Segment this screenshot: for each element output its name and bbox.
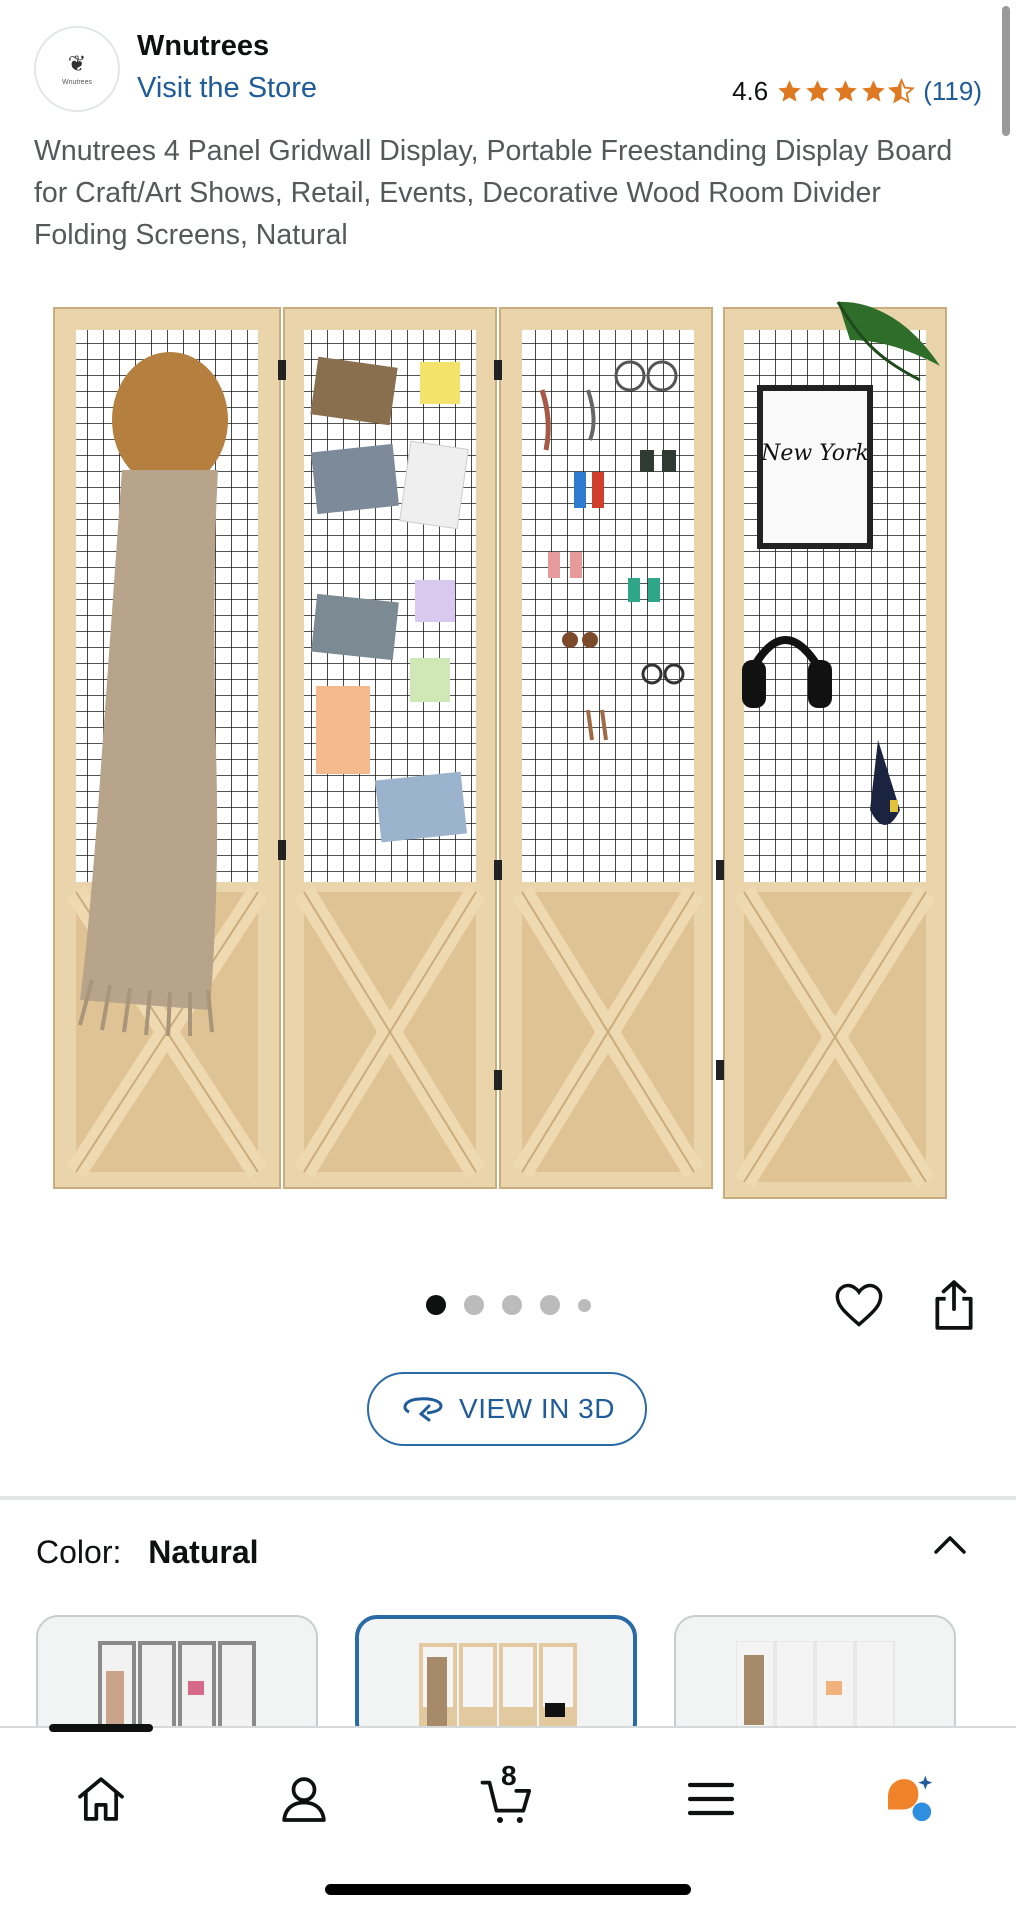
color-label: Color:	[36, 1534, 122, 1570]
nav-account[interactable]	[269, 1764, 339, 1834]
section-divider	[0, 1496, 1016, 1500]
heart-icon[interactable]	[833, 1279, 885, 1331]
rating-value: 4.6	[732, 76, 769, 106]
product-image[interactable]: New York	[40, 280, 976, 1200]
home-indicator[interactable]	[325, 1884, 691, 1895]
nav-rufus[interactable]	[874, 1764, 944, 1834]
nav-active-indicator	[49, 1724, 153, 1732]
star-rating	[776, 78, 916, 105]
carousel-dot[interactable]	[577, 1298, 591, 1312]
home-icon	[78, 1777, 124, 1821]
rating-summary[interactable]: 4.6 (119)	[732, 76, 982, 107]
product-title: Wnutrees 4 Panel Gridwall Display, Porta…	[34, 135, 953, 251]
carousel-dot[interactable]	[501, 1295, 522, 1315]
carousel-dot[interactable]	[539, 1295, 560, 1315]
account-icon	[282, 1777, 326, 1822]
view-in-3d-label: VIEW IN 3D	[459, 1393, 615, 1424]
nav-home[interactable]	[66, 1764, 136, 1834]
tree-logo-icon: ❦	[67, 50, 87, 76]
view-in-3d-button[interactable]: VIEW IN 3D	[367, 1372, 647, 1446]
carousel-dot[interactable]	[463, 1295, 484, 1315]
nav-cart[interactable]: 8	[472, 1760, 542, 1834]
chevron-up-icon[interactable]	[930, 1532, 970, 1558]
print-text: New York	[760, 441, 869, 466]
panel-1	[53, 307, 281, 1189]
star-full-icon	[806, 80, 829, 102]
menu-icon	[687, 1782, 735, 1816]
star-full-icon	[778, 80, 801, 102]
share-icon[interactable]	[929, 1277, 979, 1333]
product-page: ❦ Wnutrees Wnutrees Visit the Store 4.6 …	[0, 0, 1016, 1920]
star-full-icon	[862, 80, 885, 102]
panel-4: New York	[723, 301, 947, 1199]
panel-3	[499, 307, 713, 1189]
brand-logo[interactable]: ❦ Wnutrees	[34, 26, 120, 112]
star-half-icon	[888, 78, 916, 104]
brand-logo-text: Wnutrees	[62, 78, 92, 86]
nav-menu[interactable]	[676, 1764, 746, 1834]
rotate-3d-icon	[403, 1397, 443, 1422]
scrollbar[interactable]	[1002, 6, 1010, 136]
brand-header: ❦ Wnutrees Wnutrees Visit the Store 4.6 …	[0, 0, 1016, 140]
carousel-dot[interactable]	[425, 1295, 446, 1315]
panel-2	[283, 307, 497, 1189]
color-value: Natural	[148, 1534, 259, 1570]
rating-count[interactable]: (119)	[923, 76, 982, 107]
star-full-icon	[834, 80, 857, 102]
cart-count-badge: 8	[501, 1760, 517, 1791]
rufus-icon	[888, 1775, 933, 1822]
brand-name: Wnutrees	[137, 30, 270, 62]
color-selector-header[interactable]: Color: Natural	[36, 1534, 259, 1571]
visit-store-link[interactable]: Visit the Store	[137, 72, 317, 105]
